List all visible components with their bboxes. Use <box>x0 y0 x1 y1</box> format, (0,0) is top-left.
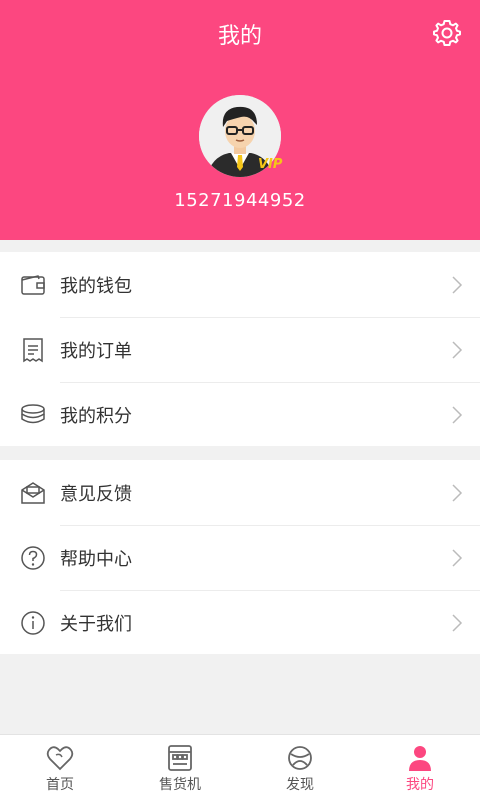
menu-group-account: 我的钱包 我的订单 我的积分 <box>0 252 480 446</box>
menu-item-label: 意见反馈 <box>60 483 132 505</box>
tab-label: 售货机 <box>159 777 201 793</box>
menu-item-help[interactable]: 帮助中心 <box>0 525 480 590</box>
help-icon <box>21 545 45 570</box>
coins-icon <box>21 403 45 423</box>
phone-number: 15271944952 <box>174 190 306 211</box>
chevron-right-icon <box>452 548 463 567</box>
menu-item-label: 关于我们 <box>60 613 132 635</box>
chevron-right-icon <box>452 483 463 502</box>
menu-item-label: 我的积分 <box>60 405 132 427</box>
menu-item-label: 我的订单 <box>60 340 132 362</box>
page-title: 我的 <box>217 24 262 49</box>
chevron-right-icon <box>452 340 463 359</box>
receipt-icon <box>23 337 43 362</box>
discover-icon <box>288 746 312 770</box>
gear-icon[interactable] <box>432 18 462 48</box>
tab-label: 发现 <box>286 777 314 793</box>
menu-item-label: 我的钱包 <box>60 275 132 297</box>
profile-header: 我的 VIP 15271944952 <box>0 0 480 240</box>
menu-item-wallet[interactable]: 我的钱包 <box>0 252 480 317</box>
menu-item-label: 帮助中心 <box>60 548 132 570</box>
menu-item-orders[interactable]: 我的订单 <box>0 317 480 382</box>
tab-label: 我的 <box>406 777 434 793</box>
tab-mine[interactable]: 我的 <box>360 735 480 800</box>
menu-item-points[interactable]: 我的积分 <box>0 382 480 447</box>
tab-label: 首页 <box>46 777 74 793</box>
mail-icon <box>21 481 45 504</box>
info-icon <box>21 610 45 635</box>
menu-group-support: 意见反馈 帮助中心 关于我们 <box>0 460 480 654</box>
tab-vending-machine[interactable]: 售货机 <box>120 735 240 800</box>
tab-home[interactable]: 首页 <box>0 735 120 800</box>
menu-item-about[interactable]: 关于我们 <box>0 590 480 655</box>
chevron-right-icon <box>452 275 463 294</box>
wallet-icon <box>21 274 45 295</box>
chevron-right-icon <box>452 405 463 424</box>
heart-icon <box>46 746 74 771</box>
tab-discover[interactable]: 发现 <box>240 735 360 800</box>
chevron-right-icon <box>452 613 463 632</box>
person-icon <box>409 746 431 771</box>
vip-badge: VIP <box>258 157 283 172</box>
vending-machine-icon <box>168 745 192 771</box>
bottom-tab-bar: 首页 售货机 发现 我的 <box>0 734 480 800</box>
menu-item-feedback[interactable]: 意见反馈 <box>0 460 480 525</box>
